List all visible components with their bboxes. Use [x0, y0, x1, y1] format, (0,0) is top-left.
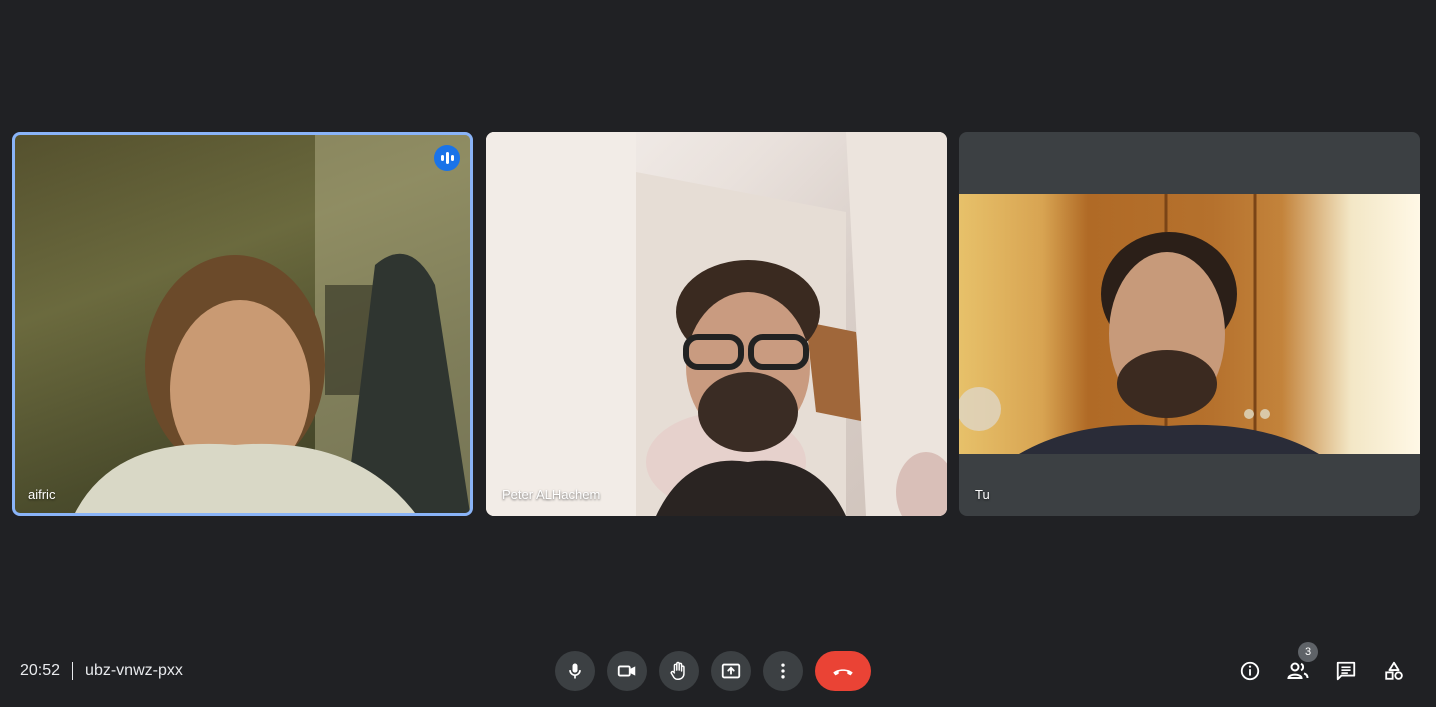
raise-hand-button[interactable]	[659, 651, 699, 691]
participant-video-1	[75, 135, 470, 513]
phone-hangup-icon	[833, 669, 853, 676]
participant-tile-2[interactable]: Peter ALHachem	[486, 132, 947, 516]
camera-icon	[617, 665, 636, 677]
camera-button[interactable]	[607, 651, 647, 691]
people-icon	[1287, 662, 1309, 679]
present-screen-icon	[721, 663, 741, 679]
speaking-indicator-icon	[434, 145, 460, 171]
divider	[72, 662, 74, 680]
side-panel-buttons: 3	[1226, 642, 1418, 691]
activities-button[interactable]	[1370, 651, 1418, 691]
chat-button[interactable]	[1322, 651, 1370, 691]
participant-video-2	[486, 132, 947, 516]
meeting-info: 20:52 ubz-vnwz-pxx	[20, 660, 183, 682]
meeting-details-button[interactable]	[1226, 651, 1274, 691]
participant-video-3	[959, 194, 1420, 454]
meeting-code: ubz-vnwz-pxx	[85, 662, 183, 679]
participant-name: aifric	[28, 487, 56, 502]
chat-icon	[1336, 661, 1356, 681]
present-button[interactable]	[711, 651, 751, 691]
activities-icon	[1385, 661, 1403, 680]
meet-call-screen: aifric Peter ALHachem Tu 20:52 ubz-vnwz-…	[0, 0, 1436, 707]
meeting-time: 20:52	[20, 662, 61, 679]
more-options-button[interactable]	[763, 651, 803, 691]
participant-tile-1[interactable]: aifric	[12, 132, 473, 516]
participant-name: Tu	[975, 487, 990, 502]
people-button[interactable]: 3	[1274, 642, 1322, 691]
more-vert-icon	[781, 663, 785, 679]
microphone-icon	[569, 663, 581, 679]
info-icon	[1240, 661, 1260, 681]
microphone-button[interactable]	[555, 651, 595, 691]
hand-icon	[670, 661, 685, 680]
call-controls	[555, 651, 871, 691]
leave-call-button[interactable]	[815, 651, 871, 691]
people-count-badge: 3	[1298, 642, 1318, 662]
participant-tile-3[interactable]: Tu	[959, 132, 1420, 516]
participant-name: Peter ALHachem	[502, 487, 601, 502]
